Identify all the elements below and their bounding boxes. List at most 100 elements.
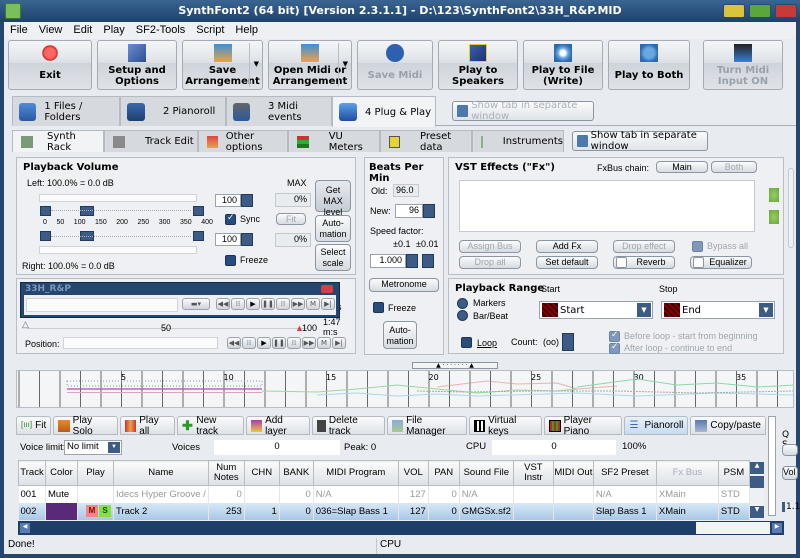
menu-view[interactable]: View: [33, 22, 68, 39]
loop-count-spinner[interactable]: [562, 333, 574, 351]
fast-forward-icon[interactable]: ▶▶: [291, 298, 305, 310]
col-play[interactable]: Play: [77, 460, 114, 486]
bpm-freeze-checkbox[interactable]: [373, 302, 384, 313]
freeze-checkbox[interactable]: [225, 255, 236, 266]
left-volume-spinner[interactable]: [241, 194, 253, 207]
save-arrangement-button[interactable]: Save Arrangement ▼: [182, 40, 263, 90]
right-panel-button[interactable]: [782, 444, 798, 456]
menu-script[interactable]: Script: [190, 22, 229, 39]
fit-tracks-button[interactable]: [ııı] Fit: [16, 416, 52, 435]
move-up-icon[interactable]: [769, 188, 779, 202]
left-volume-slider-thumb[interactable]: [80, 206, 94, 216]
midi-input-button[interactable]: Turn Midi Input ON: [703, 40, 783, 90]
fxbus-both-button[interactable]: Both: [711, 161, 757, 173]
get-max-level-button[interactable]: Get MAX level: [315, 180, 351, 217]
fit-button[interactable]: Fit: [276, 213, 306, 225]
marker-icon[interactable]: M: [317, 337, 331, 349]
drop-effect-button[interactable]: Drop effect: [613, 240, 675, 253]
col-vol[interactable]: VOL: [397, 460, 429, 486]
drop-all-button[interactable]: Drop all: [459, 256, 521, 269]
equalizer-checkbox[interactable]: [693, 257, 704, 268]
tab-plug-play[interactable]: 4 Plug & Play: [332, 96, 436, 127]
ruler-start-marker[interactable]: △: [22, 319, 29, 330]
add-fx-button[interactable]: Add Fx: [536, 240, 598, 253]
mini-position-slider[interactable]: [26, 298, 178, 312]
col-name[interactable]: Name: [113, 460, 209, 486]
play-icon[interactable]: ▶: [246, 298, 260, 310]
panel-scrollbar[interactable]: [788, 168, 794, 248]
tab-preset-data[interactable]: Preset data: [380, 130, 472, 153]
rewind-icon[interactable]: ◀◀: [227, 337, 241, 349]
col-midi-program[interactable]: MIDI Program: [312, 460, 399, 486]
col-chn[interactable]: CHN: [243, 460, 280, 486]
rewind-icon[interactable]: ◀◀: [216, 298, 230, 310]
bpm-spinner[interactable]: [423, 204, 435, 218]
col-pan[interactable]: PAN: [427, 460, 460, 486]
voice-limit-select[interactable]: No limit ▼: [64, 440, 122, 455]
tab-instruments[interactable]: Instruments: [472, 130, 564, 152]
right-slider-max[interactable]: [193, 231, 204, 241]
speed-factor-input[interactable]: 1.000: [370, 254, 406, 268]
tab-vu-meters[interactable]: VU Meters: [288, 130, 380, 153]
right-panel-vol-button[interactable]: Vol: [782, 466, 798, 480]
set-default-button[interactable]: Set default: [536, 256, 598, 269]
col-psm[interactable]: PSM: [717, 460, 750, 486]
col-bank[interactable]: BANK: [278, 460, 314, 486]
solo-button[interactable]: S: [99, 505, 111, 517]
position-slider[interactable]: [63, 337, 218, 349]
exit-button[interactable]: Exit: [8, 40, 92, 90]
range-start-select[interactable]: Start ▼: [539, 301, 653, 319]
virtual-keys-button[interactable]: Virtual keys: [468, 415, 543, 437]
col-sound-file[interactable]: Sound File: [458, 460, 514, 486]
after-loop-checkbox[interactable]: [609, 342, 620, 354]
markers-radio[interactable]: [457, 298, 468, 309]
dropdown-arrow-icon[interactable]: ▼: [343, 59, 348, 70]
left-volume-input[interactable]: 100: [215, 194, 241, 207]
output-select-dropdown[interactable]: ▬▾: [182, 298, 210, 310]
close-button[interactable]: [775, 4, 797, 18]
pause-icon[interactable]: ❚❚: [261, 298, 275, 310]
scroll-left-icon[interactable]: ◀: [20, 523, 30, 533]
player-piano-button[interactable]: Player Piano: [544, 415, 623, 437]
right-slider-min[interactable]: [40, 231, 51, 241]
tab-other-options[interactable]: Other options: [198, 130, 288, 153]
open-midi-button[interactable]: Open Midi or Arrangement ▼: [268, 40, 352, 90]
volume-automation-button[interactable]: Auto-mation: [315, 215, 351, 242]
right-volume-spinner[interactable]: [241, 233, 253, 246]
setup-options-button[interactable]: Setup and Options: [97, 40, 177, 90]
chevron-down-icon[interactable]: ▼: [108, 442, 120, 453]
fxbus-main-button[interactable]: Main: [656, 161, 708, 173]
table-horizontal-scrollbar[interactable]: ◀ ▶: [18, 521, 784, 535]
next-bar-icon[interactable]: ⁞⁞: [287, 337, 301, 349]
before-loop-checkbox[interactable]: [609, 330, 620, 342]
play-all-button[interactable]: Play all: [119, 415, 175, 437]
bypass-all-checkbox[interactable]: [692, 241, 703, 252]
equalizer-toggle[interactable]: Equalizer: [690, 256, 752, 269]
mute-button[interactable]: M: [86, 505, 98, 517]
move-down-icon[interactable]: [769, 210, 779, 224]
tab-track-edit[interactable]: Track Edit: [104, 130, 198, 152]
table-row[interactable]: 001 Mute Idecs Hyper Groove / 0 0 N/A 12…: [18, 485, 750, 503]
col-vst-instr[interactable]: VST Instr: [512, 460, 554, 486]
play-to-file-button[interactable]: Play to File (Write): [523, 40, 603, 90]
col-track[interactable]: Track: [18, 460, 46, 486]
end-icon[interactable]: ▶|: [321, 298, 335, 310]
dropdown-arrow-icon[interactable]: ▼: [254, 59, 259, 70]
col-midi-out[interactable]: MIDI Out: [552, 460, 594, 486]
menu-edit[interactable]: Edit: [67, 22, 97, 39]
close-icon[interactable]: [321, 285, 333, 293]
end-icon[interactable]: ▶|: [332, 337, 346, 349]
vst-effects-list[interactable]: [459, 180, 755, 232]
left-slider-min[interactable]: [40, 206, 51, 216]
col-num-notes[interactable]: Num Notes: [207, 460, 245, 486]
assign-bus-button[interactable]: Assign Bus: [459, 240, 521, 253]
select-scale-button[interactable]: Select scale: [315, 244, 351, 271]
tab-midi-events[interactable]: 3 Midi events: [226, 96, 332, 126]
show-separate-window-button-disabled[interactable]: Show tab in separate window: [452, 100, 594, 122]
tab-files-folders[interactable]: 1 Files / Folders: [12, 96, 120, 126]
speed-coarse-spinner[interactable]: [406, 254, 418, 268]
menu-play[interactable]: Play: [97, 22, 129, 39]
new-bpm-input[interactable]: 96: [395, 204, 423, 218]
col-fx-bus[interactable]: Fx Bus: [655, 460, 719, 486]
speed-fine-spinner[interactable]: [422, 254, 434, 268]
